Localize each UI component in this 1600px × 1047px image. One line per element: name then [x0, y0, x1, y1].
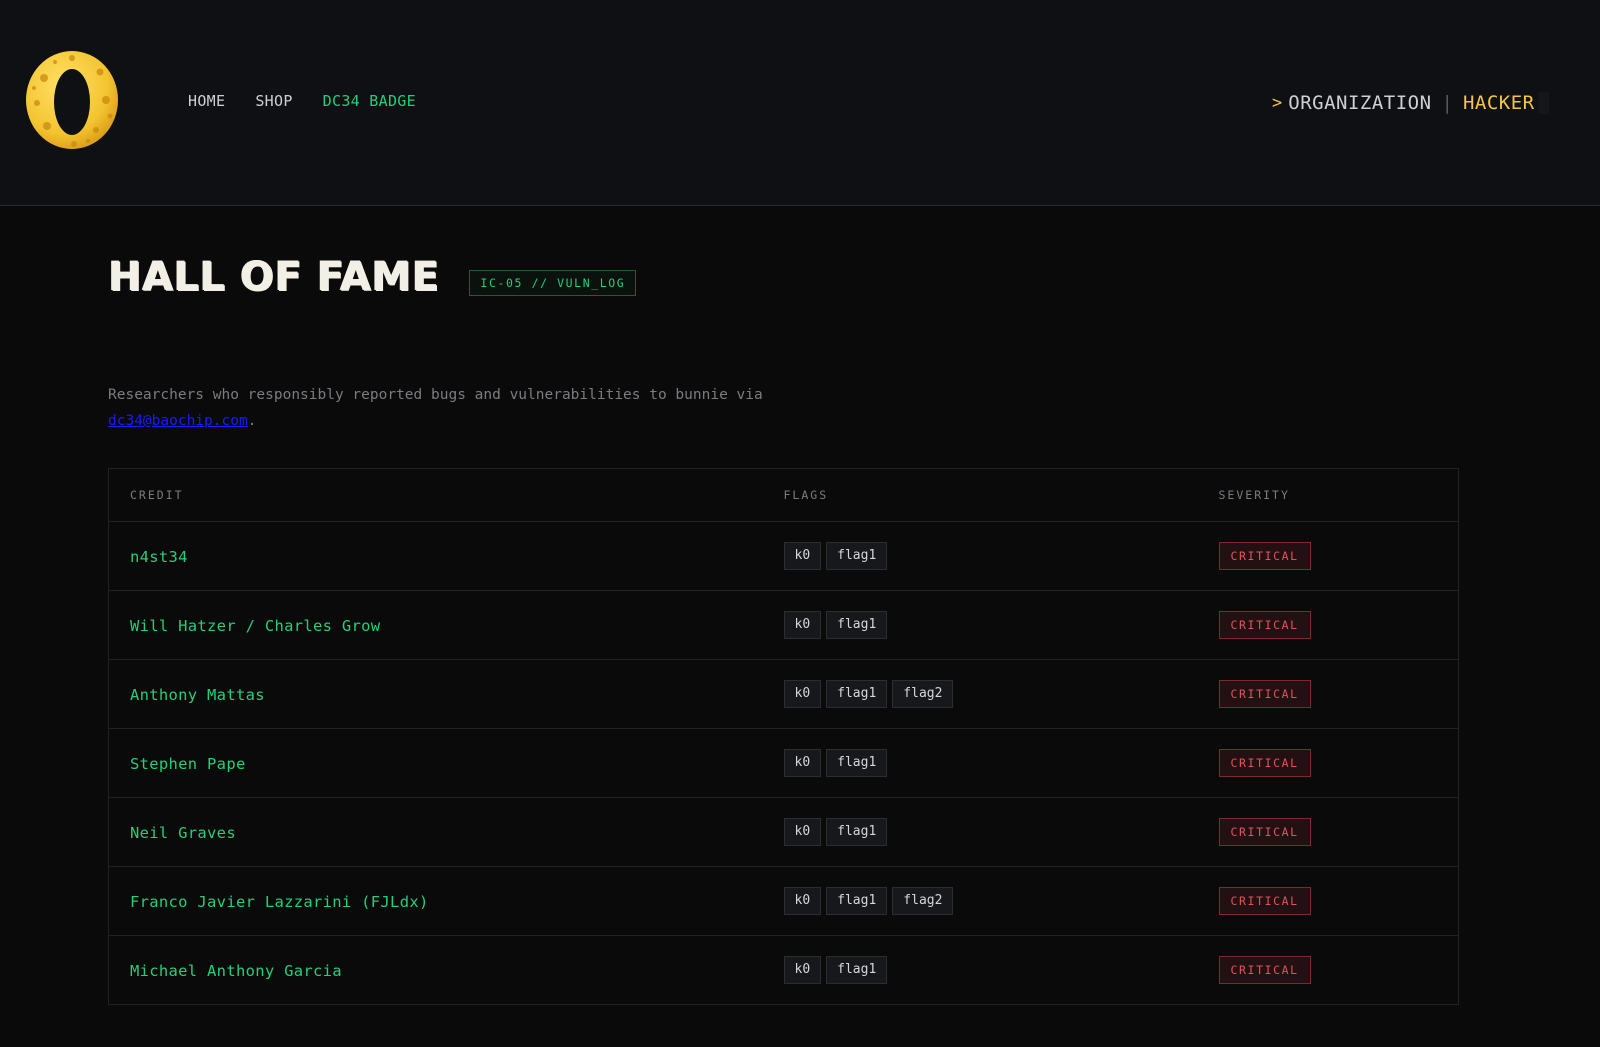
- table-row: Franco Javier Lazzarini (FJLdx) k0 flag1 fl…: [108, 866, 1459, 936]
- flag-chip: k0: [783, 887, 822, 915]
- flags-cell: k0 flag1 flag2: [762, 659, 1198, 729]
- mode-hacker[interactable]: HACKER: [1462, 92, 1549, 114]
- credit-cell: Franco Javier Lazzarini (FJLdx): [108, 866, 763, 936]
- top-header: HOME SHOP DC34 BADGE > ORGANIZATION | HA…: [0, 0, 1600, 206]
- flag-chip: k0: [783, 956, 822, 984]
- log-tag: IC-05 // VULN_LOG: [469, 270, 637, 296]
- flag-chip: k0: [783, 818, 822, 846]
- flag-chip: flag1: [826, 749, 888, 777]
- severity-badge: CRITICAL: [1218, 956, 1311, 984]
- table-body: n4st34 k0 flag1 CRITICAL Will Hatzer / Charl…: [108, 521, 1459, 1005]
- credit-name: Neil Graves: [130, 823, 236, 842]
- credit-cell: Stephen Pape: [108, 728, 763, 798]
- intro-text: Researchers who responsibly reported bug…: [108, 382, 808, 434]
- severity-cell: CRITICAL: [1197, 659, 1459, 729]
- severity-badge: CRITICAL: [1218, 818, 1311, 846]
- credit-name: Franco Javier Lazzarini (FJLdx): [130, 892, 429, 911]
- severity-badge: CRITICAL: [1218, 542, 1311, 570]
- flag-chip: flag1: [826, 956, 888, 984]
- table-row: n4st34 k0 flag1 CRITICAL: [108, 521, 1459, 591]
- intro-sentence: Researchers who responsibly reported bug…: [108, 387, 763, 403]
- column-header-flags: FLAGS: [762, 468, 1198, 522]
- severity-cell: CRITICAL: [1197, 797, 1459, 867]
- table-row: Will Hatzer / Charles Grow k0 flag1 CRITICA…: [108, 590, 1459, 660]
- table-row: Michael Anthony Garcia k0 flag1 CRITICAL: [109, 936, 1459, 1005]
- flag-chip: flag2: [892, 887, 954, 915]
- credit-cell: Anthony Mattas: [108, 659, 763, 729]
- cheese-zero-logo-icon[interactable]: [22, 48, 122, 152]
- credit-name: Will Hatzer / Charles Grow: [130, 616, 381, 635]
- table-row: Neil Graves k0 flag1 CRITICAL: [108, 797, 1459, 867]
- severity-cell: CRITICAL: [1197, 590, 1459, 660]
- credit-name: Stephen Pape: [130, 754, 246, 773]
- credit-name: n4st34: [130, 547, 188, 566]
- table-row: Stephen Pape k0 flag1 CRITICAL: [108, 728, 1459, 798]
- flags-cell: k0 flag1: [763, 936, 1198, 1005]
- severity-cell: CRITICAL: [1198, 936, 1459, 1005]
- flag-chip: flag1: [826, 818, 888, 846]
- flag-chip: flag1: [826, 680, 888, 708]
- email-link[interactable]: dc34@baochip.com: [108, 413, 248, 429]
- flag-chip: k0: [783, 680, 822, 708]
- flag-chip: k0: [783, 611, 822, 639]
- flags-cell: k0 flag1: [762, 797, 1198, 867]
- severity-badge: CRITICAL: [1218, 887, 1311, 915]
- mode-separator: |: [1441, 92, 1453, 114]
- mode-organization[interactable]: ORGANIZATION: [1288, 92, 1431, 114]
- credit-cell: n4st34: [108, 521, 763, 591]
- flag-chip: flag2: [892, 680, 954, 708]
- flag-chip: flag1: [826, 542, 888, 570]
- severity-cell: CRITICAL: [1197, 866, 1459, 936]
- table-header-row: CREDIT FLAGS SEVERITY: [108, 468, 1459, 522]
- column-header-severity: SEVERITY: [1197, 468, 1459, 522]
- flags-cell: k0 flag1 flag2: [762, 866, 1198, 936]
- severity-badge: CRITICAL: [1218, 749, 1311, 777]
- main-nav: HOME SHOP DC34 BADGE: [188, 92, 416, 110]
- severity-cell: CRITICAL: [1197, 521, 1459, 591]
- table-row: Anthony Mattas k0 flag1 flag2 CRITICAL: [108, 659, 1459, 729]
- flag-chip: k0: [783, 542, 822, 570]
- flag-chip: flag1: [826, 887, 888, 915]
- title-row: HALL OF FAME IC-05 // VULN_LOG: [108, 254, 637, 300]
- severity-cell: CRITICAL: [1197, 728, 1459, 798]
- flag-chip: k0: [783, 749, 822, 777]
- flags-cell: k0 flag1: [762, 590, 1198, 660]
- mode-switch: > ORGANIZATION | HACKER: [1272, 88, 1549, 118]
- severity-badge: CRITICAL: [1218, 611, 1311, 639]
- nav-home[interactable]: HOME: [188, 92, 225, 110]
- column-header-credit: CREDIT: [108, 468, 763, 522]
- flags-cell: k0 flag1: [762, 521, 1198, 591]
- nav-dc34-badge[interactable]: DC34 BADGE: [323, 92, 416, 110]
- credit-cell: Michael Anthony Garcia: [109, 936, 763, 1005]
- nav-shop[interactable]: SHOP: [255, 92, 292, 110]
- flag-chip: flag1: [826, 611, 888, 639]
- credit-cell: Will Hatzer / Charles Grow: [108, 590, 763, 660]
- hall-of-fame-table: CREDIT FLAGS SEVERITY n4st34 k0 flag1 CRITI…: [108, 468, 1459, 1005]
- severity-badge: CRITICAL: [1218, 680, 1311, 708]
- flags-cell: k0 flag1: [762, 728, 1198, 798]
- credit-name: Anthony Mattas: [130, 685, 265, 704]
- page-title: HALL OF FAME: [108, 254, 440, 300]
- credit-name: Michael Anthony Garcia: [130, 961, 342, 980]
- intro-suffix: .: [247, 413, 257, 429]
- credit-cell: Neil Graves: [108, 797, 763, 867]
- prompt-chevron-icon: >: [1272, 93, 1283, 113]
